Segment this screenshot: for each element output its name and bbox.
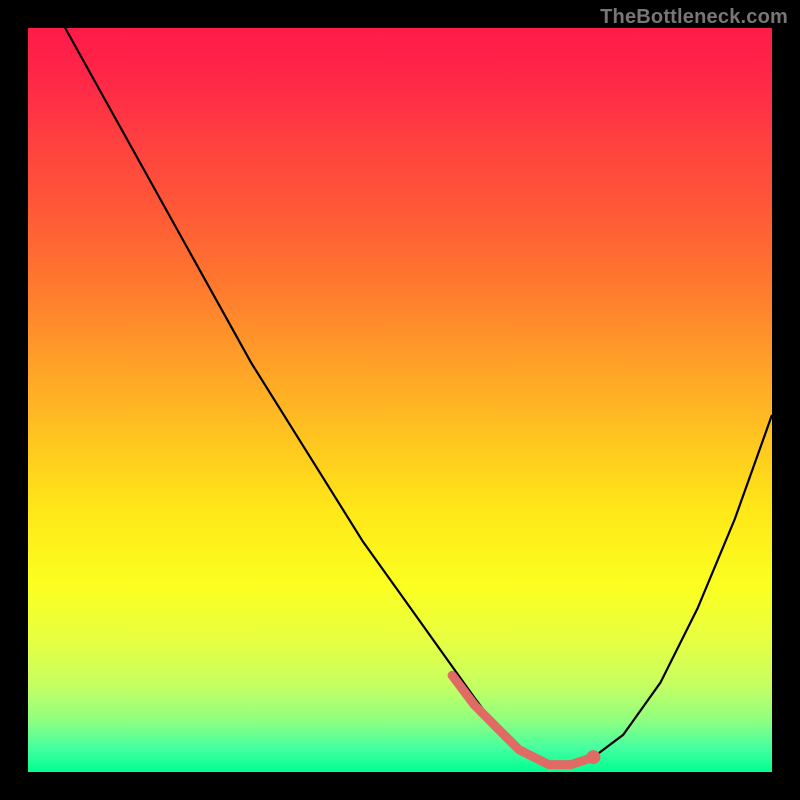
chart-container: TheBottleneck.com [0,0,800,800]
gradient-background [28,28,772,772]
watermark-text: TheBottleneck.com [600,6,788,29]
plot-area [28,28,772,772]
